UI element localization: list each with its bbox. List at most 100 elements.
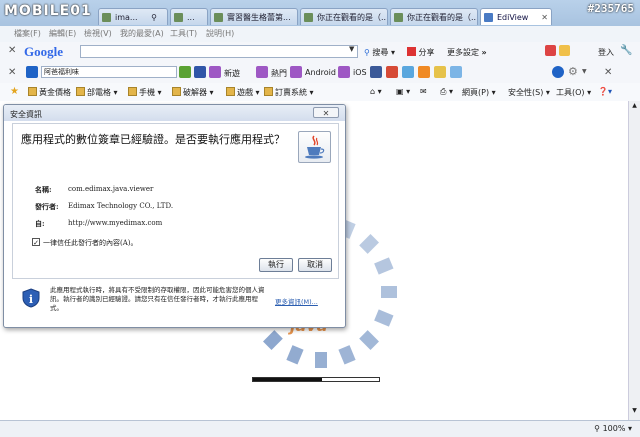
close-icon[interactable]: ✕: [541, 9, 548, 25]
tab-5[interactable]: 你正在觀看的是（...: [390, 8, 478, 25]
user-icon[interactable]: [552, 66, 564, 78]
hot-link[interactable]: 熱門: [271, 68, 287, 79]
menu-tools[interactable]: 工具(T): [170, 28, 197, 39]
feeds-icon[interactable]: ▣ ▾: [396, 87, 410, 96]
spinner-segment: [374, 257, 394, 275]
dialog-body: 應用程式的數位簽章已經驗證。是否要執行應用程式？ 名稱: com.edimax.…: [12, 123, 339, 279]
share-button[interactable]: 分享: [407, 47, 435, 58]
google-plus-icon[interactable]: [386, 66, 398, 78]
menu-help[interactable]: 說明(H): [206, 28, 234, 39]
dialog-question: 應用程式的數位簽章已經驗證。是否要執行應用程式？: [21, 133, 285, 146]
page-icon: [174, 13, 183, 22]
toolbar-search-input[interactable]: 阿爸福利味: [41, 66, 177, 78]
bookmark-icon[interactable]: [559, 45, 570, 58]
close-toolbar-icon[interactable]: ✕: [8, 67, 16, 78]
publisher-value: Edimax Technology CO., LTD.: [68, 202, 174, 210]
login-link[interactable]: 登入: [598, 47, 614, 58]
page-icon: [214, 13, 223, 22]
menu-edit[interactable]: 編輯(E): [49, 28, 76, 39]
spinner-segment: [263, 330, 283, 350]
wrench-icon[interactable]: 🔧: [620, 45, 632, 56]
share-icon: [407, 47, 416, 56]
site-watermark: MOBILE01: [4, 3, 92, 19]
browser-tab-strip: MOBILE01 ima... ⚲ ... 實習醫生格蕾第... 你正在觀看的是…: [0, 0, 640, 26]
scroll-up-arrow[interactable]: ▲: [630, 102, 639, 112]
chevron-down-icon[interactable]: ▼: [582, 68, 587, 75]
search-icon[interactable]: [179, 66, 191, 78]
search-button[interactable]: ⚲ 搜尋 ▾: [364, 47, 395, 58]
zoom-level[interactable]: ⚲ 100% ▾: [594, 424, 632, 433]
translate-icon[interactable]: [545, 45, 556, 58]
bookmark-item[interactable]: 黃金價格: [28, 87, 71, 98]
help-icon[interactable]: ❓▾: [598, 87, 612, 96]
tab-3[interactable]: 實習醫生格蕾第...: [210, 8, 298, 25]
more-info-link[interactable]: 更多資訊(M)...: [275, 296, 318, 306]
mail-icon[interactable]: ✉: [420, 87, 427, 96]
loading-progress-bar: [252, 377, 380, 382]
publisher-label: 發行者:: [35, 202, 59, 211]
folder-icon: [128, 87, 137, 96]
print-icon[interactable]: ⎙ ▾: [440, 87, 453, 97]
close-icon[interactable]: ✕: [604, 67, 612, 78]
folder-icon[interactable]: [434, 66, 446, 78]
tab-1[interactable]: ima... ⚲: [98, 8, 168, 25]
bookmark-item[interactable]: 破解器 ▾: [172, 87, 214, 98]
spinner-segment: [374, 309, 394, 327]
bookmark-item[interactable]: 遊戲 ▾: [226, 87, 260, 98]
new-games-link[interactable]: 新遊: [224, 68, 240, 79]
dropdown-icon[interactable]: [194, 66, 206, 78]
google-search-input[interactable]: [80, 45, 358, 58]
scroll-down-arrow[interactable]: ▼: [630, 407, 639, 417]
dialog-close-button[interactable]: ✕: [313, 107, 339, 118]
run-button[interactable]: 執行: [259, 258, 293, 272]
bookmark-item[interactable]: 部電格 ▾: [76, 87, 118, 98]
chevron-down-icon[interactable]: ▼: [349, 45, 354, 53]
trust-publisher-checkbox[interactable]: ✓: [32, 238, 40, 247]
spinner-segment: [286, 345, 304, 365]
menu-file[interactable]: 檔案(F): [14, 28, 41, 39]
contact-icon[interactable]: [450, 66, 462, 78]
search-icon[interactable]: ⚲: [151, 9, 157, 25]
ios-link[interactable]: iOS: [353, 68, 367, 77]
tab-2[interactable]: ...: [170, 8, 208, 25]
vertical-scrollbar[interactable]: ▲ ▼: [628, 101, 640, 420]
safety-menu[interactable]: 安全性(S) ▾: [508, 87, 550, 98]
bookmark-item[interactable]: 訂賣系統 ▾: [264, 87, 314, 98]
android-link[interactable]: Android: [305, 68, 336, 77]
bookmark-item[interactable]: 手機 ▾: [128, 87, 162, 98]
folder-icon: [172, 87, 181, 96]
cancel-button[interactable]: 取消: [298, 258, 332, 272]
zoom-icon: ⚲: [594, 424, 601, 433]
post-id-watermark: #235765: [587, 2, 634, 15]
tab-label: 你正在觀看的是（...: [407, 13, 478, 22]
folder-icon: [226, 87, 235, 96]
from-label: 自:: [35, 219, 45, 228]
tab-ediview[interactable]: EdiView ✕: [480, 8, 552, 25]
home-icon[interactable]: ⌂ ▾: [370, 87, 382, 96]
hot-icon: [256, 66, 268, 78]
dialog-title: 安全資訊: [10, 110, 42, 119]
folder-icon: [76, 87, 85, 96]
dialog-info-text: 此應用程式執行時，將具有不受限制的存取權限，因此可能危害您的個人資訊。執行者的識…: [50, 286, 265, 312]
tab-4[interactable]: 你正在觀看的是（...: [300, 8, 388, 25]
spinner-segment: [359, 234, 379, 254]
google-logo: Google: [24, 44, 63, 59]
menu-favorites[interactable]: 我的最愛(A): [120, 28, 164, 39]
loading-progress-fill: [253, 378, 323, 381]
trust-publisher-label[interactable]: 一律信任此發行者的內容(A)。: [43, 238, 138, 248]
addon-toolbar: ✕ 阿爸福利味 新遊 熱門 Android iOS ⚙ ▼ ✕: [0, 62, 640, 84]
twitter-icon[interactable]: [402, 66, 414, 78]
facebook-icon[interactable]: [370, 66, 382, 78]
rss-icon[interactable]: [418, 66, 430, 78]
spinner-segment: [338, 345, 356, 365]
page-menu[interactable]: 網頁(P) ▾: [462, 87, 496, 98]
close-toolbar-icon[interactable]: ✕: [8, 45, 16, 56]
gear-icon[interactable]: ⚙: [568, 65, 578, 78]
menu-view[interactable]: 檢視(V): [84, 28, 112, 39]
favorites-star-icon[interactable]: ★: [10, 86, 19, 97]
tab-label: ...: [187, 13, 195, 22]
tools-menu[interactable]: 工具(O) ▾: [556, 87, 591, 98]
security-information-dialog: 安全資訊 ✕ 應用程式的數位簽章已經驗證。是否要執行應用程式？ 名稱: com.…: [3, 104, 346, 328]
dialog-info-panel: i 此應用程式執行時，將具有不受限制的存取權限，因此可能危害您的個人資訊。執行者…: [12, 280, 337, 322]
more-settings-button[interactable]: 更多設定 »: [447, 47, 487, 58]
